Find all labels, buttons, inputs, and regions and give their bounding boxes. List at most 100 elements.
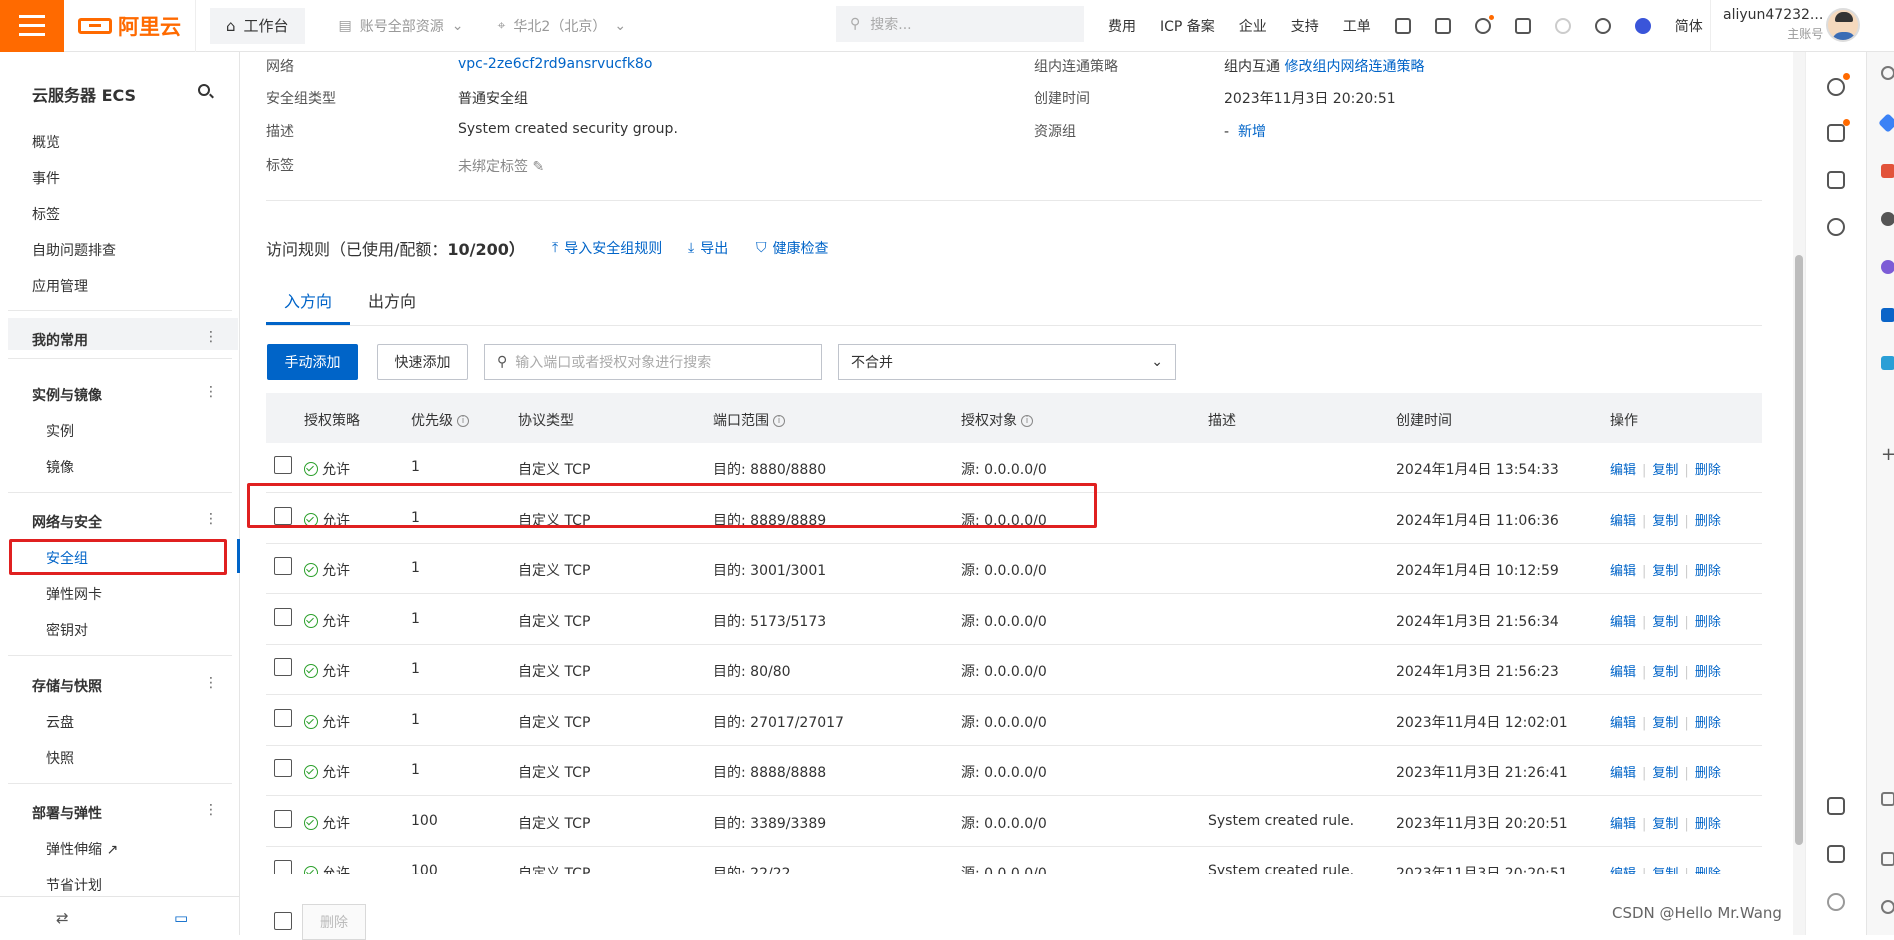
more-icon[interactable] bbox=[204, 384, 218, 400]
search-icon[interactable] bbox=[1881, 66, 1894, 80]
workspace-button[interactable]: ⌂ 工作台 bbox=[210, 7, 305, 44]
import-rules-link[interactable]: ⤒ 导入安全组规则 bbox=[552, 238, 662, 258]
row-checkbox[interactable] bbox=[274, 456, 292, 474]
cloud-shell-icon[interactable] bbox=[1394, 18, 1411, 34]
top-link-icp[interactable]: ICP 备案 bbox=[1160, 16, 1215, 36]
network-value[interactable]: vpc-2ze6cf2rd9ansrvucfk8o bbox=[458, 56, 652, 72]
notebook-icon[interactable] bbox=[1827, 119, 1850, 142]
row-checkbox[interactable] bbox=[274, 607, 292, 626]
row-checkbox[interactable] bbox=[274, 860, 292, 874]
row-checkbox[interactable] bbox=[274, 809, 292, 828]
ai-assistant-icon[interactable] bbox=[1634, 18, 1651, 34]
top-link-support[interactable]: 支持 bbox=[1291, 16, 1319, 36]
sidebar-group-storage[interactable]: 存储与快照 bbox=[32, 676, 102, 696]
edit-link[interactable]: 编辑 bbox=[1610, 514, 1636, 529]
person-icon[interactable] bbox=[1881, 212, 1894, 226]
modify-policy-link[interactable]: 修改组内网络连通策略 bbox=[1284, 59, 1424, 75]
telegram-icon[interactable] bbox=[1881, 356, 1894, 370]
bell-icon[interactable] bbox=[1474, 15, 1494, 34]
terminal-icon[interactable] bbox=[1434, 18, 1451, 34]
sidebar-item-app-mgmt[interactable]: 应用管理 bbox=[32, 276, 88, 296]
copy-link[interactable]: 复制 bbox=[1652, 766, 1678, 781]
sidebar-item-eni[interactable]: 弹性网卡 bbox=[46, 584, 102, 604]
edit-link[interactable]: 编辑 bbox=[1610, 867, 1636, 874]
resource-dropdown[interactable]: ▤ 账号全部资源 ⌄ bbox=[339, 16, 464, 36]
plus-icon[interactable]: + bbox=[1881, 444, 1894, 465]
row-checkbox[interactable] bbox=[274, 708, 292, 727]
delete-link[interactable]: 删除 bbox=[1695, 867, 1721, 874]
sidebar-item-instances[interactable]: 实例 bbox=[46, 421, 74, 441]
sidebar-item-overview[interactable]: 概览 bbox=[32, 132, 60, 152]
avatar[interactable] bbox=[1826, 8, 1860, 42]
search-icon[interactable] bbox=[1827, 73, 1850, 96]
delete-link[interactable]: 删除 bbox=[1695, 615, 1721, 630]
message-icon[interactable] bbox=[1827, 845, 1845, 863]
sidebar-item-snapshots[interactable]: 快照 bbox=[46, 748, 74, 768]
top-link-ticket[interactable]: 工单 bbox=[1343, 16, 1371, 36]
copy-link[interactable]: 复制 bbox=[1652, 817, 1678, 832]
cart-icon[interactable] bbox=[1514, 18, 1531, 34]
quick-add-button[interactable]: 快速添加 bbox=[377, 344, 468, 380]
copy-link[interactable]: 复制 bbox=[1652, 615, 1678, 630]
more-icon[interactable] bbox=[204, 329, 218, 345]
more-icon[interactable] bbox=[204, 675, 218, 691]
delete-link[interactable]: 删除 bbox=[1695, 665, 1721, 680]
copilot-icon[interactable] bbox=[1878, 113, 1894, 133]
sidebar-item-keypair[interactable]: 密钥对 bbox=[46, 620, 88, 640]
screenshot-icon[interactable] bbox=[1881, 792, 1894, 806]
sidebar-group-favorites[interactable]: 我的常用 bbox=[32, 330, 88, 350]
sidebar-item-troubleshoot[interactable]: 自助问题排查 bbox=[32, 240, 116, 260]
checklist-icon[interactable] bbox=[1827, 171, 1845, 189]
info-icon[interactable]: i bbox=[457, 415, 469, 427]
region-dropdown[interactable]: ⌖ 华北2（北京） ⌄ bbox=[498, 16, 627, 36]
chevron-right-icon[interactable] bbox=[1827, 893, 1845, 911]
more-icon[interactable] bbox=[204, 802, 218, 818]
menu-button[interactable] bbox=[0, 0, 64, 52]
global-search-input[interactable]: ⚲ 搜索... bbox=[836, 6, 1084, 42]
edit-link[interactable]: 编辑 bbox=[1610, 615, 1636, 630]
help-icon[interactable] bbox=[1827, 218, 1845, 236]
language-switch[interactable]: 简体 bbox=[1675, 16, 1703, 36]
logo[interactable]: 阿里云 bbox=[78, 11, 181, 41]
games-icon[interactable] bbox=[1881, 260, 1894, 274]
delete-link[interactable]: 删除 bbox=[1695, 564, 1721, 579]
tab-outbound[interactable]: 出方向 bbox=[368, 288, 416, 312]
sidebar-search-icon[interactable] bbox=[198, 84, 210, 96]
delete-link[interactable]: 删除 bbox=[1695, 716, 1721, 731]
top-link-billing[interactable]: 费用 bbox=[1108, 16, 1136, 36]
outlook-icon[interactable] bbox=[1881, 308, 1894, 322]
edit-link[interactable]: 编辑 bbox=[1610, 766, 1636, 781]
copy-link[interactable]: 复制 bbox=[1652, 463, 1678, 478]
manual-add-button[interactable]: 手动添加 bbox=[267, 344, 358, 380]
edit-link[interactable]: 编辑 bbox=[1610, 665, 1636, 680]
more-icon[interactable] bbox=[204, 511, 218, 527]
info-icon[interactable]: i bbox=[1021, 415, 1033, 427]
edit-icon[interactable]: ✎ bbox=[532, 159, 544, 175]
row-checkbox[interactable] bbox=[274, 759, 292, 777]
info-icon[interactable]: i bbox=[773, 415, 785, 427]
sidebar-item-events[interactable]: 事件 bbox=[32, 168, 60, 188]
sidebar-group-network[interactable]: 网络与安全 bbox=[32, 512, 102, 532]
top-link-enterprise[interactable]: 企业 bbox=[1239, 16, 1267, 36]
edit-link[interactable]: 编辑 bbox=[1610, 716, 1636, 731]
rule-search-input[interactable]: ⚲ 输入端口或者授权对象进行搜索 bbox=[484, 344, 822, 380]
copy-link[interactable]: 复制 bbox=[1652, 564, 1678, 579]
sidebar-item-images[interactable]: 镜像 bbox=[46, 457, 74, 477]
export-link[interactable]: ⤓ 导出 bbox=[688, 238, 728, 258]
select-all-checkbox[interactable] bbox=[274, 912, 292, 930]
scrollbar-thumb[interactable] bbox=[1795, 255, 1803, 845]
user-menu[interactable]: aliyun47232... 主账号 bbox=[1710, 0, 1823, 52]
edit-icon[interactable] bbox=[1827, 797, 1845, 815]
delete-link[interactable]: 删除 bbox=[1695, 514, 1721, 529]
swap-icon[interactable]: ⇄ bbox=[56, 909, 69, 927]
delete-link[interactable]: 删除 bbox=[1695, 817, 1721, 832]
copy-link[interactable]: 复制 bbox=[1652, 867, 1678, 874]
copy-link[interactable]: 复制 bbox=[1652, 514, 1678, 529]
sidebar-item-tags[interactable]: 标签 bbox=[32, 204, 60, 224]
row-checkbox[interactable] bbox=[274, 557, 292, 575]
scrollbar[interactable] bbox=[1793, 52, 1805, 935]
merge-select[interactable]: 不合并 ⌄ bbox=[838, 344, 1176, 380]
copy-link[interactable]: 复制 bbox=[1652, 665, 1678, 680]
edit-link[interactable]: 编辑 bbox=[1610, 463, 1636, 478]
gear-icon[interactable] bbox=[1881, 900, 1894, 914]
